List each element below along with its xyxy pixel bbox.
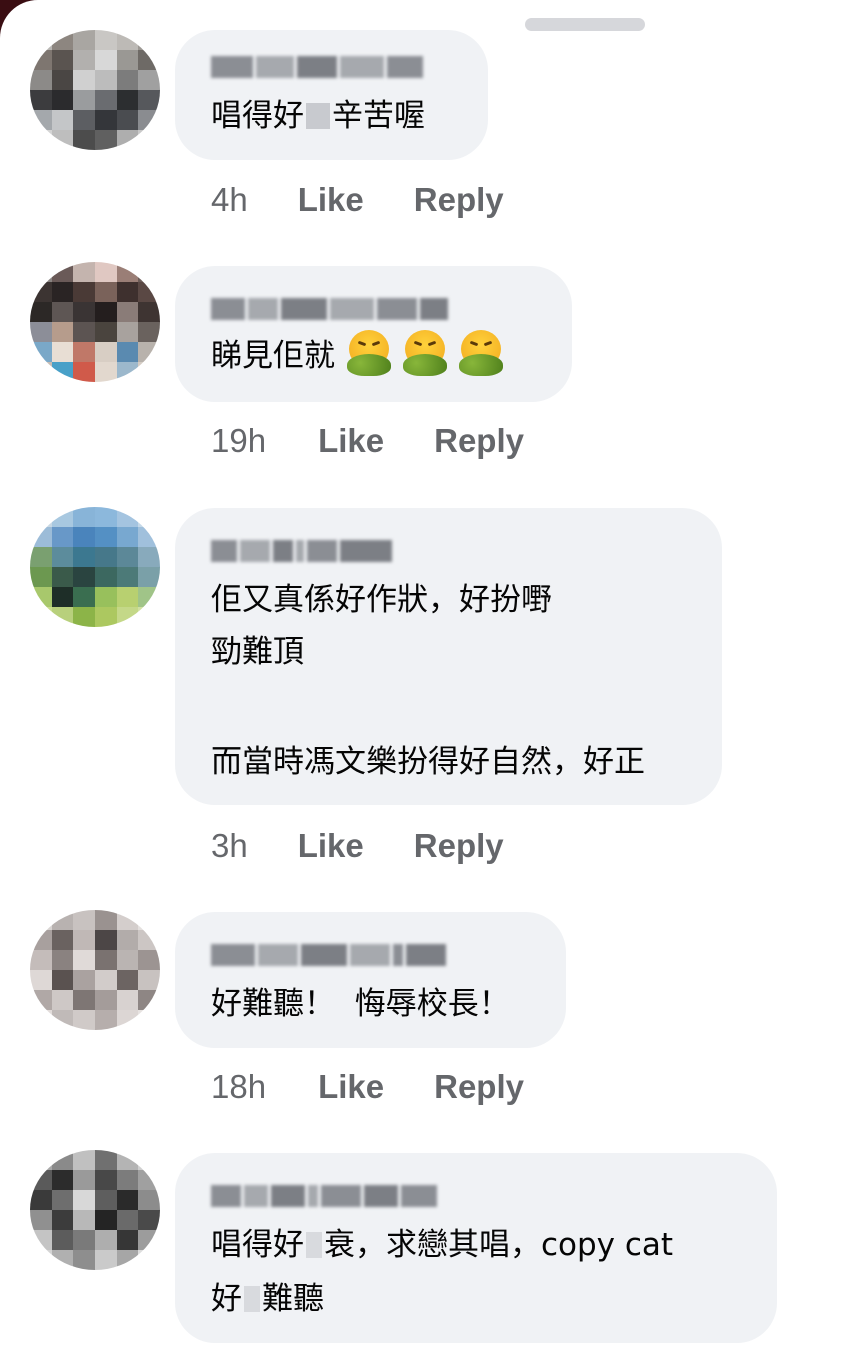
comment-actions: 4h Like Reply [211,180,504,220]
comment-timestamp: 4h [211,181,248,218]
comment-text-line: 佢又真係好作狀，好扮嘢 [211,582,552,618]
reply-button[interactable]: Reply [434,422,524,460]
comment-bubble[interactable]: 佢又真係好作狀，好扮嘢 勁難頂 而當時馮文樂扮得好自然，好正 [175,508,722,805]
comment-text-line: 而當時馮文樂扮得好自然，好正 [211,744,645,780]
author-name-redacted[interactable] [211,540,392,562]
author-name-redacted[interactable] [211,944,446,966]
reply-button[interactable]: Reply [434,1068,524,1106]
comment-text-line: 好難聽 [211,1281,324,1317]
like-button[interactable]: Like [298,181,364,219]
comment-text: 好難聽！ 悔辱校長！ [211,986,510,1022]
comment-timestamp: 3h [211,827,248,864]
comment-timestamp: 19h [211,422,267,459]
nauseated-face-icon [347,330,391,376]
sheet-grab-handle[interactable] [525,18,645,31]
reply-button[interactable]: Reply [414,181,504,219]
comment-text: 唱得好 辛苦喔 [211,98,425,134]
avatar[interactable] [30,507,160,627]
censored-word [306,1232,322,1258]
comment-bubble[interactable]: 睇見佢就 [175,266,572,402]
comment-bubble[interactable]: 唱得好 辛苦喔 [175,30,488,160]
reply-button[interactable]: Reply [414,827,504,865]
comment-bubble[interactable]: 好難聽！ 悔辱校長！ [175,912,566,1048]
comment-actions: 19h Like Reply [211,421,524,461]
like-button[interactable]: Like [298,827,364,865]
avatar[interactable] [30,262,160,382]
avatar[interactable] [30,910,160,1030]
nauseated-face-icon [403,330,447,376]
author-name-redacted[interactable] [211,56,423,78]
comments-sheet: 唱得好 辛苦喔 4h Like Reply 睇見佢就 19h Like Reply [0,0,842,1367]
comment-text: 睇見佢就 [211,330,503,382]
comment-bubble[interactable]: 唱得好 衰，求戀其唱，copy cat 好難聽 [175,1153,777,1343]
like-button[interactable]: Like [318,422,384,460]
comment-text-line: 唱得好 衰，求戀其唱，copy cat [211,1227,674,1263]
comment-timestamp: 18h [211,1068,267,1105]
comment-actions: 3h Like Reply [211,826,504,866]
author-name-redacted[interactable] [211,1185,437,1207]
like-button[interactable]: Like [318,1068,384,1106]
comment-actions: 18h Like Reply [211,1067,524,1107]
comment-text-line: 勁難頂 [211,634,304,670]
censored-word [244,1286,260,1312]
author-name-redacted[interactable] [211,298,448,320]
avatar[interactable] [30,1150,160,1270]
nauseated-face-icon [459,330,503,376]
avatar[interactable] [30,30,160,150]
censored-word [306,103,330,129]
